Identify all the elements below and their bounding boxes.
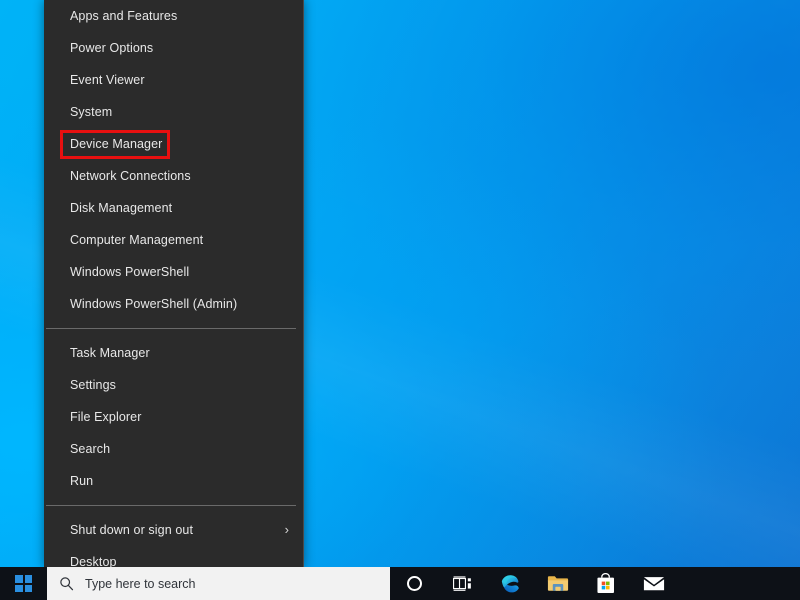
menu-item-label: Apps and Features [70,9,178,23]
menu-separator-1 [46,328,296,329]
menu-item-label: File Explorer [70,410,142,424]
windows-logo-pane [24,584,32,592]
menu-item-label: Device Manager [70,137,163,151]
menu-item-label: Computer Management [70,233,204,247]
start-button[interactable] [0,567,47,600]
mail-icon[interactable] [630,567,678,600]
taskbar-icon-group [390,567,678,600]
menu-item-label: Shut down or sign out [70,523,194,537]
menu-item-label: Task Manager [70,346,150,360]
taskbar: Type here to search [0,567,800,600]
cortana-icon[interactable] [390,567,438,600]
menu-item-label: Search [70,442,111,456]
search-icon [47,576,85,591]
menu-item-label: Disk Management [70,201,173,215]
file-explorer-icon[interactable] [534,567,582,600]
menu-item-power-options[interactable]: Power Options [44,32,303,64]
menu-item-device-manager[interactable]: Device Manager [44,128,303,160]
chevron-right-icon: › [284,522,289,537]
menu-item-settings[interactable]: Settings [44,369,303,401]
menu-item-label: Windows PowerShell [70,265,190,279]
cortana-ring-shape [406,576,422,591]
menu-item-label: Windows PowerShell (Admin) [70,297,238,311]
power-user-menu: Apps and Features Power Options Event Vi… [44,0,304,569]
search-input[interactable]: Type here to search [47,567,390,600]
menu-item-task-manager[interactable]: Task Manager [44,337,303,369]
windows-logo-pane [24,575,32,583]
windows-logo-pane [15,575,23,583]
menu-item-disk-management[interactable]: Disk Management [44,192,303,224]
microsoft-store-icon[interactable] [582,567,630,600]
menu-item-label: System [70,105,113,119]
windows-logo-pane [15,584,23,592]
menu-item-label: Settings [70,378,116,392]
menu-item-file-explorer[interactable]: File Explorer [44,401,303,433]
menu-group-tools: Task Manager Settings File Explorer Sear… [44,337,303,497]
search-placeholder: Type here to search [85,576,196,591]
menu-item-label: Power Options [70,41,154,55]
menu-item-search[interactable]: Search [44,433,303,465]
task-view-icon[interactable] [438,567,486,600]
microsoft-edge-icon[interactable] [486,567,534,600]
menu-separator-2 [46,505,296,506]
menu-item-label: Run [70,474,94,488]
menu-item-network-connections[interactable]: Network Connections [44,160,303,192]
windows-logo-icon [15,575,32,592]
menu-item-shut-down-or-sign-out[interactable]: Shut down or sign out › [44,514,303,546]
menu-group-system: Apps and Features Power Options Event Vi… [44,0,303,320]
screen: Apps and Features Power Options Event Vi… [0,0,800,600]
menu-item-windows-powershell[interactable]: Windows PowerShell [44,256,303,288]
menu-item-windows-powershell-admin[interactable]: Windows PowerShell (Admin) [44,288,303,320]
menu-item-label: Network Connections [70,169,191,183]
menu-item-computer-management[interactable]: Computer Management [44,224,303,256]
menu-item-system[interactable]: System [44,96,303,128]
menu-item-event-viewer[interactable]: Event Viewer [44,64,303,96]
menu-item-label: Event Viewer [70,73,145,87]
menu-item-apps-and-features[interactable]: Apps and Features [44,0,303,32]
menu-item-run[interactable]: Run [44,465,303,497]
